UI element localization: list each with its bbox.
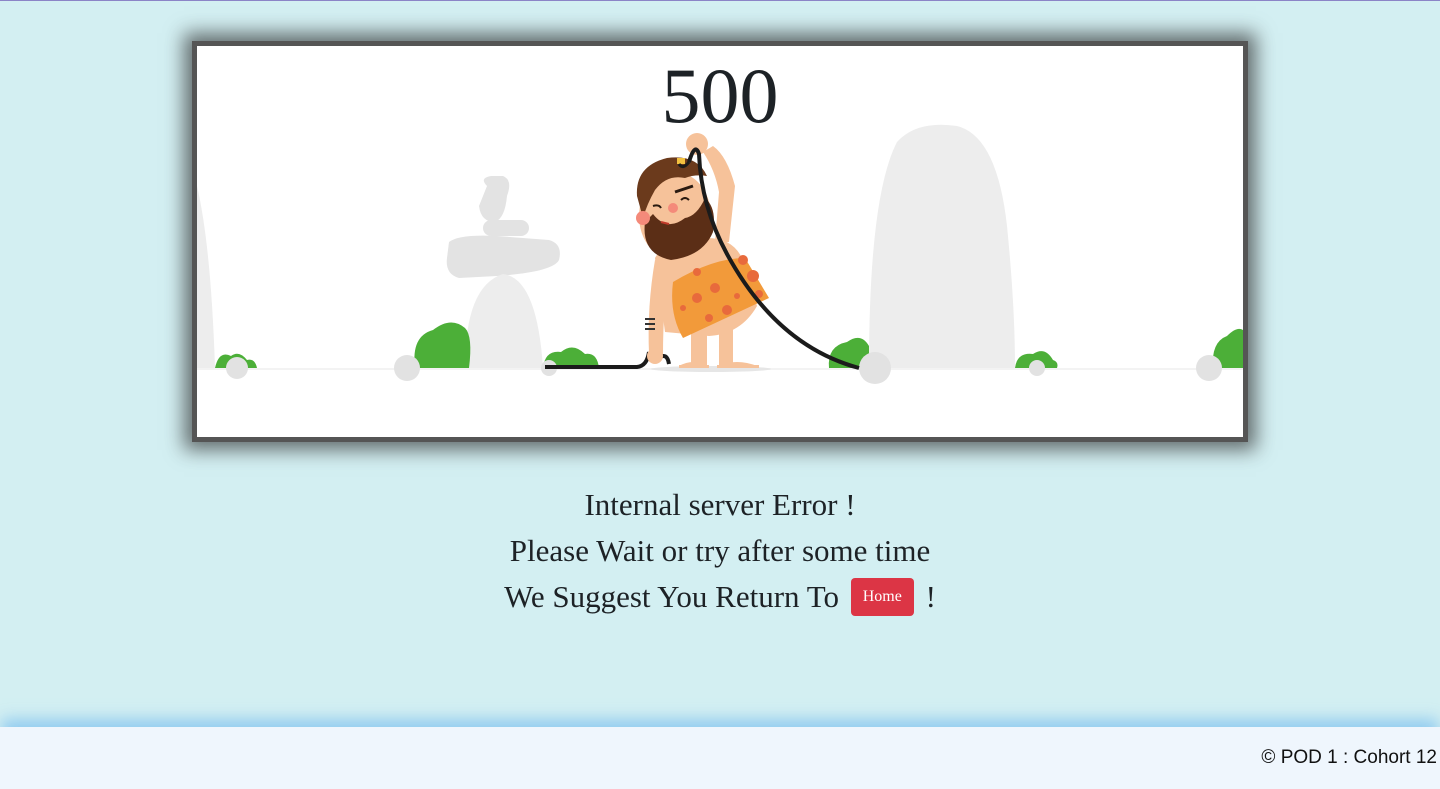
error-wait-message: Please Wait or try after some time <box>509 533 931 568</box>
footer-copyright: © POD 1 : Cohort 12 <box>1261 747 1437 768</box>
return-home-prefix: We Suggest You Return To <box>504 579 839 614</box>
error-illustration-frame: 500 <box>192 41 1248 442</box>
home-button[interactable]: Home <box>850 577 914 616</box>
return-home-suffix: ! <box>925 579 936 614</box>
error-code: 500 <box>661 52 779 139</box>
top-border-line <box>0 0 1440 1</box>
error-title: Internal server Error ! <box>584 487 856 522</box>
footer: © POD 1 : Cohort 12 <box>0 727 1440 789</box>
return-home-message: We Suggest You Return To Home ! <box>0 574 1440 620</box>
